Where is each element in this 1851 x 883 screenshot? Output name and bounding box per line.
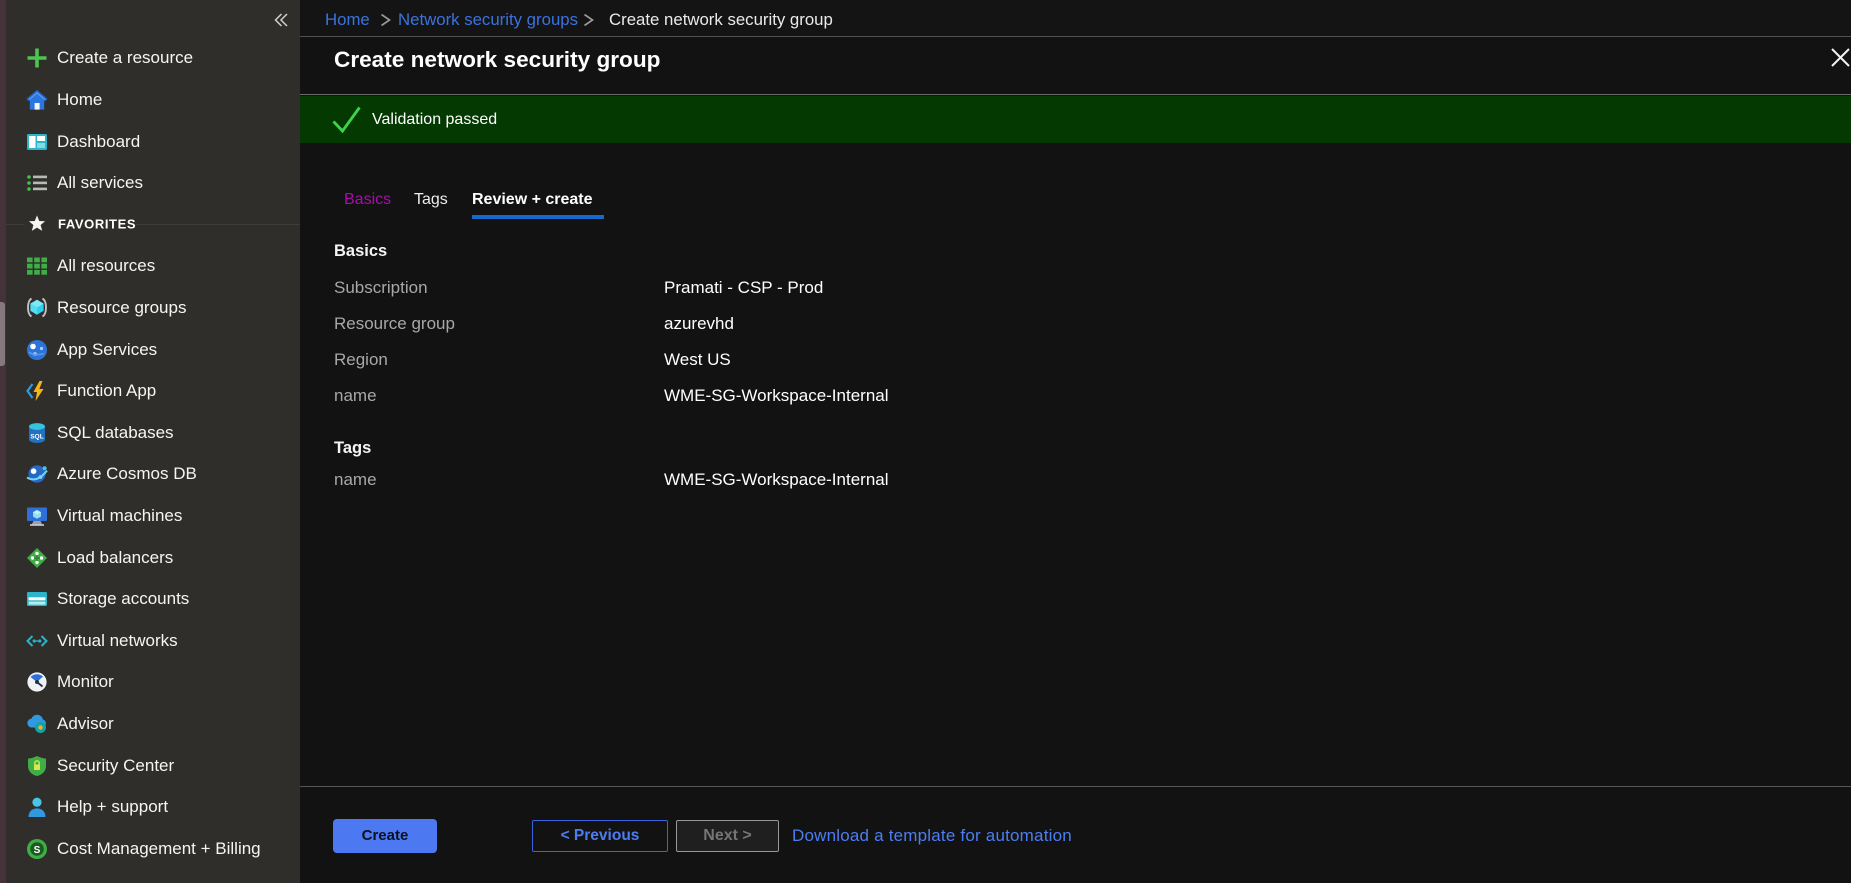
svg-text:SQL: SQL — [30, 433, 43, 440]
svg-text:S: S — [34, 845, 41, 856]
